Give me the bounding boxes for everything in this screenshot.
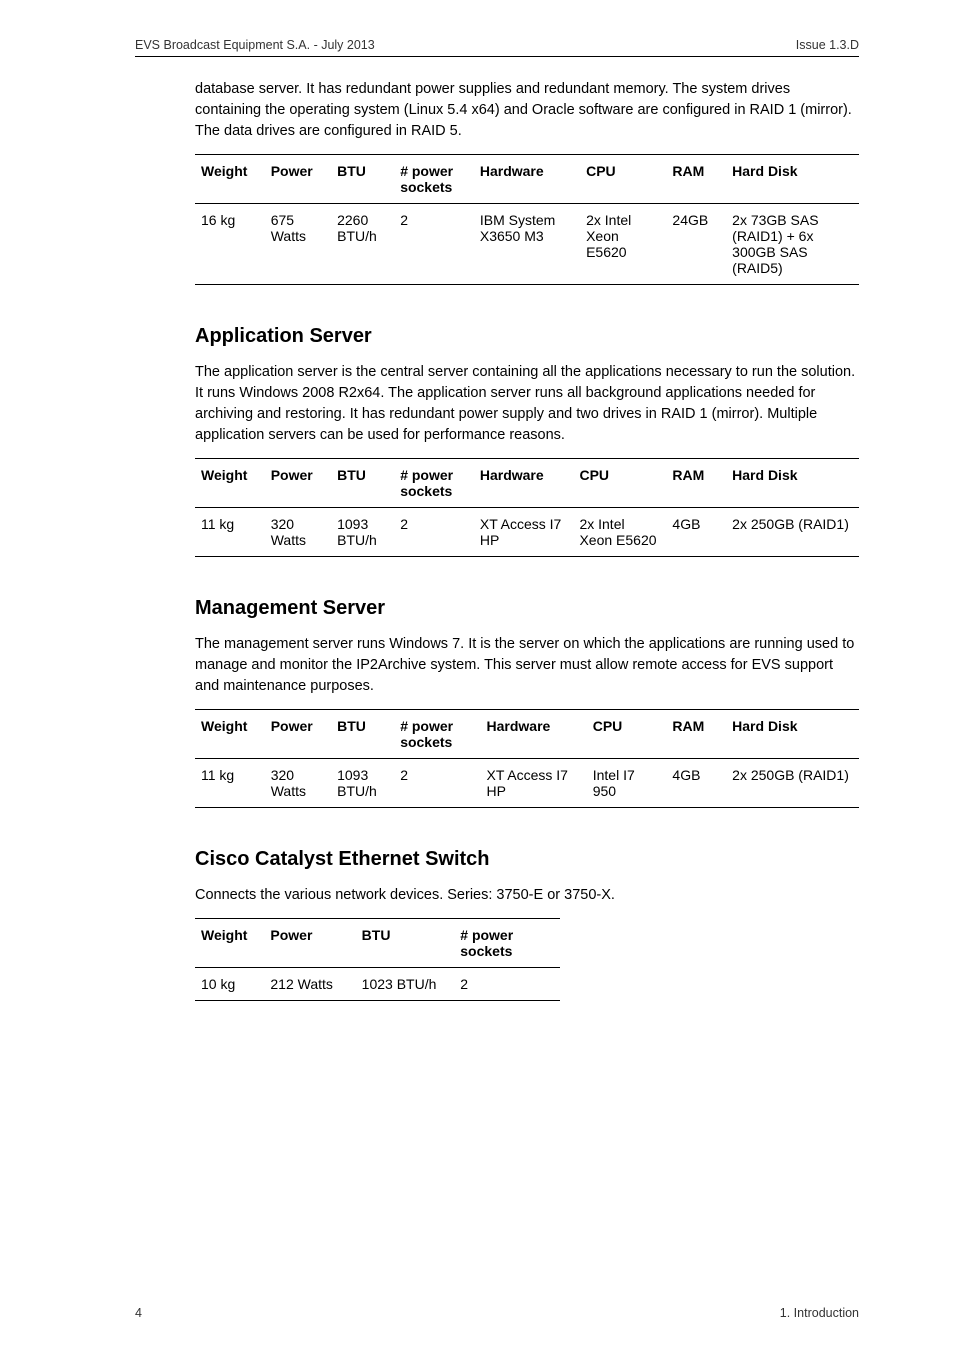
col-power-sockets: # power sockets	[394, 710, 480, 759]
col-weight: Weight	[195, 459, 265, 508]
cell-ram: 24GB	[666, 204, 726, 285]
cell-power: 320 Watts	[265, 759, 331, 808]
table-header-row: Weight Power BTU # power sockets Hardwar…	[195, 459, 859, 508]
application-server-paragraph: The application server is the central se…	[195, 362, 859, 446]
col-hardware: Hardware	[474, 155, 580, 204]
col-power: Power	[264, 919, 355, 968]
table-row: 11 kg 320 Watts 1093 BTU/h 2 XT Access I…	[195, 508, 859, 557]
cell-power-sockets: 2	[394, 759, 480, 808]
col-btu: BTU	[331, 155, 394, 204]
col-power: Power	[265, 459, 331, 508]
cisco-switch-paragraph: Connects the various network devices. Se…	[195, 885, 859, 906]
cell-btu: 1093 BTU/h	[331, 508, 394, 557]
page-header: EVS Broadcast Equipment S.A. - July 2013…	[135, 38, 859, 52]
cell-power: 320 Watts	[265, 508, 331, 557]
footer-section: 1. Introduction	[780, 1306, 859, 1320]
table-row: 16 kg 675 Watts 2260 BTU/h 2 IBM System …	[195, 204, 859, 285]
table-row: 10 kg 212 Watts 1023 BTU/h 2	[195, 968, 560, 1001]
header-left: EVS Broadcast Equipment S.A. - July 2013	[135, 38, 375, 52]
cell-hard-disk: 2x 250GB (RAID1)	[726, 508, 859, 557]
col-weight: Weight	[195, 919, 264, 968]
cisco-switch-table: Weight Power BTU # power sockets 10 kg 2…	[195, 918, 560, 1001]
management-server-heading: Management Server	[195, 597, 859, 620]
cell-power-sockets: 2	[394, 204, 474, 285]
col-btu: BTU	[331, 459, 394, 508]
cell-hardware: XT Access I7 HP	[474, 508, 574, 557]
col-cpu: CPU	[587, 710, 667, 759]
col-cpu: CPU	[580, 155, 666, 204]
cell-hardware: XT Access I7 HP	[481, 759, 587, 808]
cell-btu: 1023 BTU/h	[356, 968, 455, 1001]
col-hardware: Hardware	[481, 710, 587, 759]
cell-weight: 11 kg	[195, 508, 265, 557]
col-hardware: Hardware	[474, 459, 574, 508]
col-cpu: CPU	[573, 459, 666, 508]
col-btu: BTU	[356, 919, 455, 968]
table-header-row: Weight Power BTU # power sockets Hardwar…	[195, 155, 859, 204]
header-rule	[135, 56, 859, 57]
col-btu: BTU	[331, 710, 394, 759]
table-row: 11 kg 320 Watts 1093 BTU/h 2 XT Access I…	[195, 759, 859, 808]
cell-weight: 10 kg	[195, 968, 264, 1001]
cell-btu: 2260 BTU/h	[331, 204, 394, 285]
col-hard-disk: Hard Disk	[726, 155, 859, 204]
table-header-row: Weight Power BTU # power sockets Hardwar…	[195, 710, 859, 759]
col-power-sockets: # power sockets	[394, 459, 474, 508]
cell-hard-disk: 2x 73GB SAS (RAID1) + 6x 300GB SAS (RAID…	[726, 204, 859, 285]
application-server-heading: Application Server	[195, 325, 859, 348]
cell-cpu: 2x Intel Xeon E5620	[573, 508, 666, 557]
col-power: Power	[265, 155, 331, 204]
cell-power-sockets: 2	[454, 968, 560, 1001]
cell-ram: 4GB	[666, 759, 726, 808]
col-power-sockets: # power sockets	[394, 155, 474, 204]
col-power: Power	[265, 710, 331, 759]
management-server-paragraph: The management server runs Windows 7. It…	[195, 634, 859, 697]
application-server-table: Weight Power BTU # power sockets Hardwar…	[195, 458, 859, 557]
col-hard-disk: Hard Disk	[726, 459, 859, 508]
col-ram: RAM	[666, 710, 726, 759]
cell-btu: 1093 BTU/h	[331, 759, 394, 808]
cell-cpu: Intel I7 950	[587, 759, 667, 808]
header-right: Issue 1.3.D	[796, 38, 859, 52]
cell-hard-disk: 2x 250GB (RAID1)	[726, 759, 859, 808]
cell-power: 212 Watts	[264, 968, 355, 1001]
cell-cpu: 2x Intel Xeon E5620	[580, 204, 666, 285]
cisco-switch-heading: Cisco Catalyst Ethernet Switch	[195, 848, 859, 871]
col-hard-disk: Hard Disk	[726, 710, 859, 759]
cell-weight: 11 kg	[195, 759, 265, 808]
col-weight: Weight	[195, 710, 265, 759]
cell-ram: 4GB	[666, 508, 726, 557]
col-weight: Weight	[195, 155, 265, 204]
footer-page-number: 4	[135, 1306, 142, 1320]
intro-paragraph: database server. It has redundant power …	[195, 79, 859, 142]
database-server-table: Weight Power BTU # power sockets Hardwar…	[195, 154, 859, 285]
col-power-sockets: # power sockets	[454, 919, 560, 968]
col-ram: RAM	[666, 459, 726, 508]
management-server-table: Weight Power BTU # power sockets Hardwar…	[195, 709, 859, 808]
page-footer: 4 1. Introduction	[135, 1306, 859, 1320]
table-header-row: Weight Power BTU # power sockets	[195, 919, 560, 968]
cell-weight: 16 kg	[195, 204, 265, 285]
col-ram: RAM	[666, 155, 726, 204]
cell-power: 675 Watts	[265, 204, 331, 285]
cell-hardware: IBM System X3650 M3	[474, 204, 580, 285]
cell-power-sockets: 2	[394, 508, 474, 557]
